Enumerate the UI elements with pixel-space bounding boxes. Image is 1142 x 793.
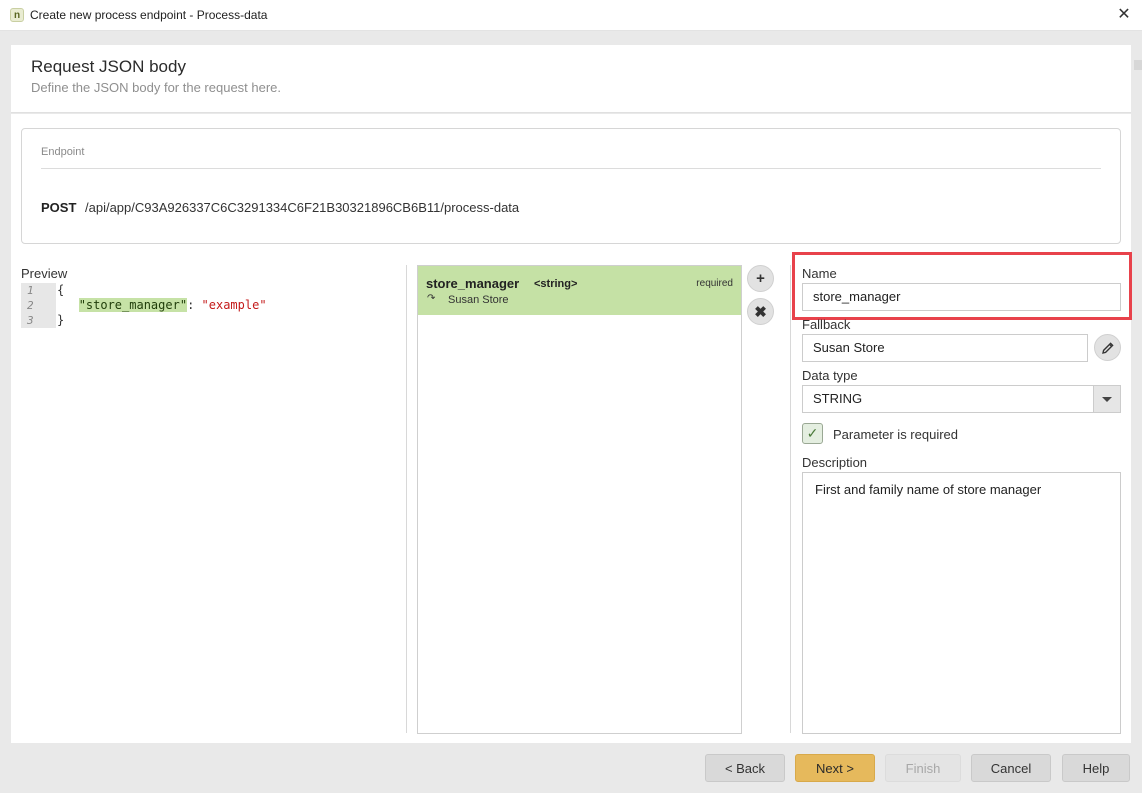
edit-fallback-button[interactable] [1094,334,1121,361]
app-logo-icon: n [10,8,24,22]
title-bar: n Create new process endpoint - Process-… [0,0,1142,31]
parameter-list[interactable]: store_manager <string> required ↷ Susan … [417,265,742,734]
back-button[interactable]: < Back [705,754,785,782]
required-checkbox-label: Parameter is required [833,427,958,442]
remove-parameter-button[interactable]: ✖ [747,298,774,325]
close-icon: ✖ [754,303,767,321]
endpoint-box: Endpoint POST /api/app/C93A926337C6C3291… [21,128,1121,244]
window-title: Create new process endpoint - Process-da… [30,8,268,22]
required-badge: required [696,278,733,289]
parameter-fallback: Susan Store [448,294,509,306]
json-key: "store_manager" [78,298,188,312]
parameter-name: store_manager [426,276,520,291]
add-parameter-button[interactable]: + [747,265,774,292]
plus-icon: + [756,270,765,287]
required-checkbox[interactable]: ✓ [802,423,823,444]
check-icon: ✓ [806,425,819,441]
fallback-arrow-icon: ↷ [427,293,436,304]
name-label: Name [802,266,837,281]
next-button[interactable]: Next > [795,754,875,782]
divider [790,265,791,733]
name-input[interactable]: store_manager [802,283,1121,311]
page-title: Request JSON body [31,57,186,76]
finish-button[interactable]: Finish [885,754,961,782]
line-number: 1 [21,283,56,298]
fallback-input[interactable]: Susan Store [802,334,1088,362]
content-panel: Endpoint POST /api/app/C93A926337C6C3291… [11,114,1132,743]
json-preview: 1 { 2 "store_manager": "example" 3 } [21,283,391,328]
help-button[interactable]: Help [1062,754,1130,782]
endpoint-label: Endpoint [41,146,85,158]
json-value: "example" [201,298,267,312]
json-separator: : [187,298,202,312]
fallback-label: Fallback [802,317,851,332]
datatype-value: STRING [813,391,863,406]
pencil-icon [1101,341,1114,354]
close-icon[interactable]: ✕ [1114,5,1134,25]
datatype-select[interactable]: STRING [802,385,1121,413]
line-number: 3 [21,313,56,328]
parameter-type: <string> [534,278,578,290]
divider [406,265,407,733]
page-subtitle: Define the JSON body for the request her… [31,80,282,95]
line-number: 2 [21,298,56,313]
endpoint-method: POST [41,200,77,215]
preview-label: Preview [21,266,68,281]
datatype-label: Data type [802,368,858,383]
header-panel: Request JSON body Define the JSON body f… [11,45,1131,113]
cancel-button[interactable]: Cancel [971,754,1051,782]
window-edge [1134,60,1142,70]
description-textarea[interactable]: First and family name of store manager [802,472,1121,734]
chevron-down-icon[interactable] [1093,386,1120,412]
description-label: Description [802,455,868,470]
code-line: 3 } [21,313,391,328]
code-text: "store_manager": "example" [56,298,267,313]
code-text: } [57,313,65,327]
list-item[interactable]: store_manager <string> required ↷ Susan … [418,266,741,315]
endpoint-divider [41,168,1101,169]
code-line: 1 { [21,283,391,298]
endpoint-path: /api/app/C93A926337C6C3291334C6F21B30321… [85,200,520,215]
code-text: { [57,283,65,297]
code-line: 2 "store_manager": "example" [21,298,391,313]
